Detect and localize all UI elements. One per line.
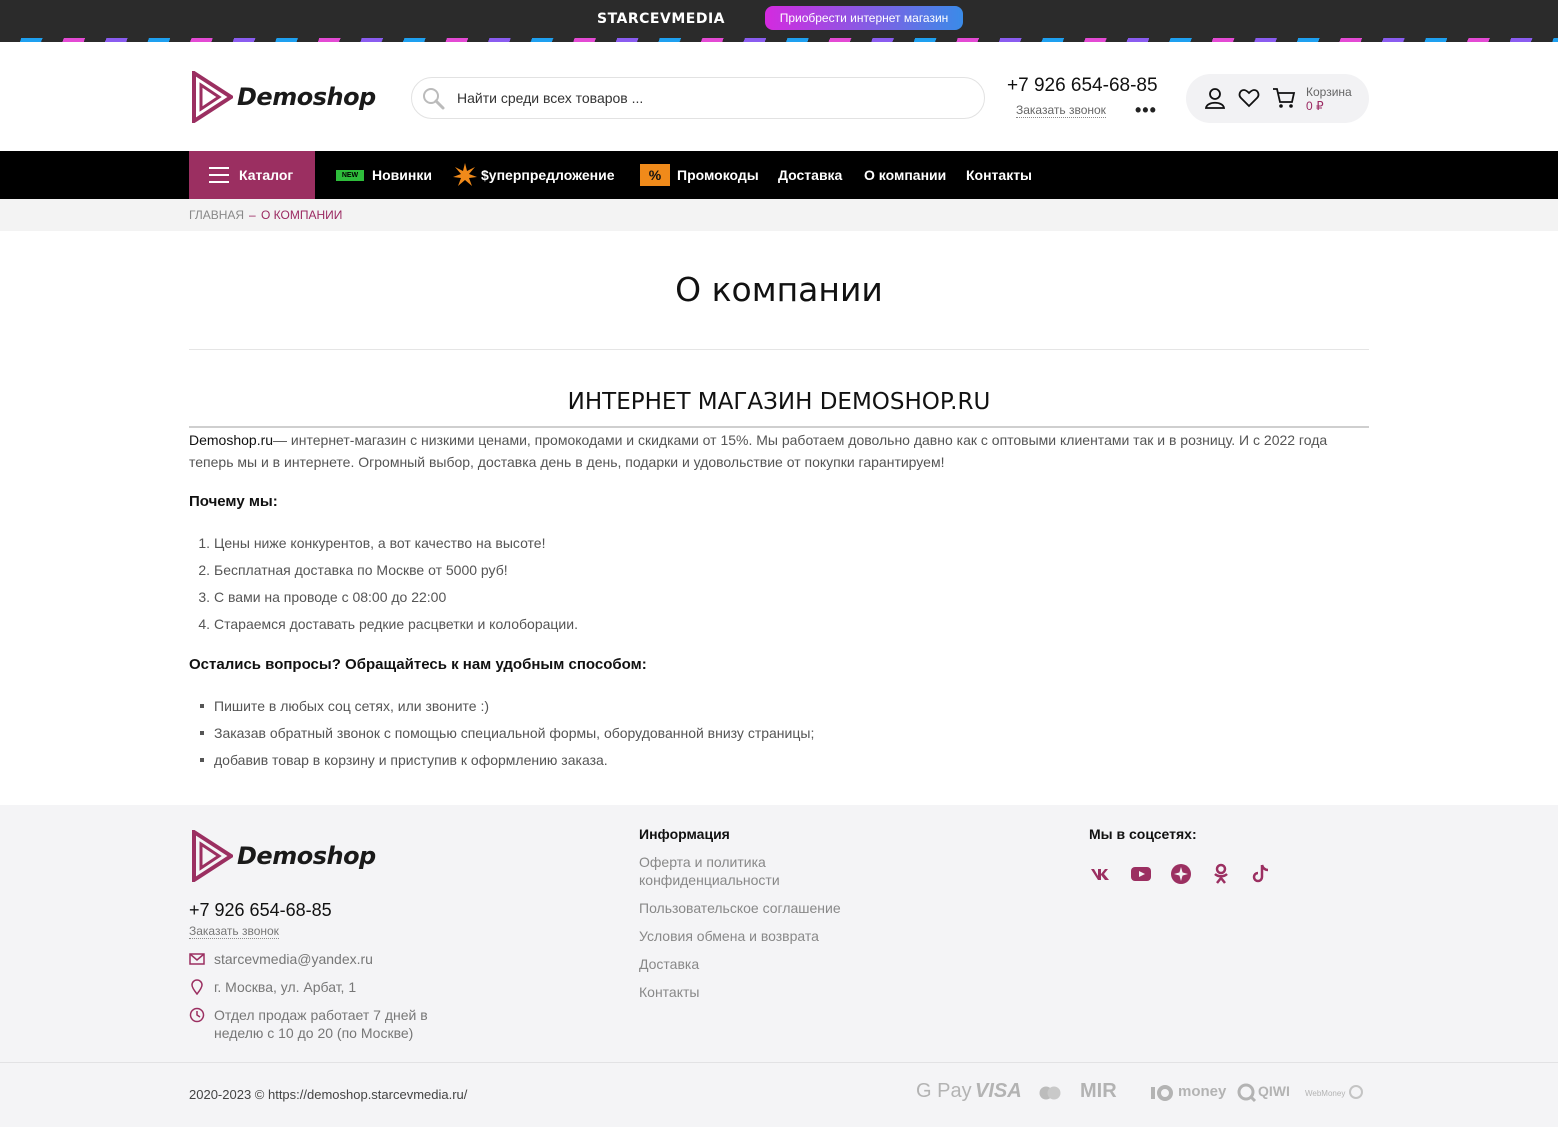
logo[interactable]: Demoshop — [191, 71, 376, 123]
location-pin-icon — [191, 979, 203, 995]
footer-link-offer[interactable]: Оферта и политика конфиденциальности — [639, 853, 809, 889]
qiwi-icon — [1237, 1083, 1257, 1103]
footer-info-heading: Информация — [639, 826, 730, 842]
search-icon[interactable] — [422, 87, 446, 111]
intro-text: — интернет-магазин с низкими ценами, про… — [189, 432, 1328, 470]
webmoney-label: WebMoney — [1305, 1089, 1346, 1098]
footer-social-heading: Мы в соцсетях: — [1089, 826, 1197, 842]
list-item: 3. С вами на проводе с 08:00 до 22:00 — [198, 589, 447, 605]
clock-icon — [189, 1007, 205, 1023]
user-icon[interactable] — [1204, 87, 1226, 109]
list-item: Пишите в любых соц сетях, или звоните :) — [189, 696, 814, 723]
starburst-icon — [453, 163, 477, 186]
new-badge-icon: NEW — [336, 170, 364, 181]
nav-item-delivery[interactable]: Доставка — [778, 167, 842, 183]
nav-item-new[interactable]: Новинки — [372, 167, 432, 183]
nav-item-promocodes[interactable]: Промокоды — [677, 167, 759, 183]
footer-link-contacts[interactable]: Контакты — [639, 983, 859, 1001]
footer-callback-link[interactable]: Заказать звонок — [189, 924, 279, 939]
search-input[interactable] — [457, 88, 957, 108]
main-nav: Каталог NEW Новинки $уперпредложение % П… — [0, 151, 1558, 199]
catalog-label: Каталог — [239, 167, 294, 183]
logo-icon — [192, 71, 233, 123]
more-menu-button[interactable]: ••• — [1135, 100, 1157, 121]
footer-logo[interactable]: Demoshop — [191, 830, 376, 882]
list-item: Заказав обратный звонок с помощью специа… — [189, 723, 814, 750]
logo-text: Demoshop — [237, 83, 376, 111]
qiwi-label: QIWI — [1258, 1083, 1290, 1099]
nav-item-contacts[interactable]: Контакты — [966, 167, 1032, 183]
divider — [189, 349, 1369, 350]
why-us-heading: Почему мы: — [189, 493, 278, 510]
promo-brand[interactable]: STARCEVMEDIA — [597, 11, 725, 27]
tiktok-icon[interactable] — [1249, 862, 1273, 886]
list-item: добавив товар в корзину и приступив к оф… — [189, 750, 814, 777]
mir-icon: MIR — [1080, 1080, 1117, 1102]
copyright: 2020-2023 © https://demoshop.starcevmedi… — [189, 1087, 468, 1102]
why-us-list: 1. Цены ниже конкурентов, а вот качество … — [189, 533, 578, 641]
contact-ways-list: Пишите в любых соц сетях, или звоните :)… — [189, 696, 814, 777]
list-item: 2. Бесплатная доставка по Москве от 5000 … — [198, 562, 508, 578]
breadcrumb-separator: – — [249, 208, 256, 222]
heading-underline — [189, 426, 1369, 428]
visa-icon: VISA — [975, 1080, 1022, 1102]
logo-text: Demoshop — [237, 842, 376, 870]
page-title: О компании — [675, 270, 883, 309]
nav-item-about[interactable]: О компании — [864, 167, 946, 183]
youtube-icon[interactable] — [1129, 862, 1153, 886]
mail-icon — [189, 953, 205, 965]
breadcrumb-current: О КОМПАНИИ — [261, 208, 343, 222]
breadcrumb-home[interactable]: ГЛАВНАЯ — [189, 208, 244, 222]
list-item: 1. Цены ниже конкурентов, а вот качество … — [198, 535, 546, 551]
promo-bar: STARCEVMEDIA Приобрести интернет магазин — [0, 0, 1558, 38]
intro-brand: Demoshop.ru — [189, 432, 274, 448]
mastercard-icon — [1039, 1086, 1061, 1100]
breadcrumb: ГЛАВНАЯ – О КОМПАНИИ — [0, 199, 1558, 231]
questions-heading: Остались вопросы? Обращайтесь к нам удоб… — [189, 656, 647, 673]
intro-paragraph: Demoshop.ru— интернет-магазин с низкими … — [189, 429, 1369, 473]
decor-stripe — [0, 38, 1558, 42]
odnoklassniki-icon[interactable] — [1209, 862, 1233, 886]
list-item: 4. Стараемся доставать редкие расцветки и… — [198, 616, 578, 632]
heart-icon[interactable] — [1238, 87, 1260, 109]
catalog-button[interactable]: Каталог — [189, 151, 315, 199]
footer-link-delivery[interactable]: Доставка — [639, 955, 859, 973]
footer-phone[interactable]: +7 926 654-68-85 — [189, 900, 332, 921]
webmoney-icon — [1349, 1085, 1363, 1099]
coupon-icon: % — [640, 164, 670, 186]
vk-icon[interactable] — [1089, 862, 1113, 886]
footer-link-returns[interactable]: Условия обмена и возврата — [639, 927, 859, 945]
gpay-icon: G Pay — [916, 1080, 972, 1102]
money-label: money — [1178, 1083, 1227, 1100]
header-phone[interactable]: +7 926 654-68-85 — [1007, 75, 1158, 97]
odnoklassniki-circle-icon[interactable] — [1169, 862, 1193, 886]
footer-link-agreement[interactable]: Пользовательское соглашение — [639, 899, 859, 917]
nav-item-superoffer[interactable]: $уперпредложение — [481, 167, 615, 183]
search-box[interactable] — [411, 77, 985, 119]
menu-icon — [209, 167, 229, 188]
section-heading: ИНТЕРНЕТ МАГАЗИН DEMOSHOP.RU — [567, 389, 991, 415]
yoomoney-icon — [1151, 1085, 1173, 1101]
cart-sum: 0 ₽ — [1306, 99, 1324, 113]
user-panel: Корзина 0 ₽ — [1186, 74, 1369, 123]
footer-divider — [0, 1062, 1558, 1063]
logo-icon — [192, 830, 233, 882]
callback-link[interactable]: Заказать звонок — [1016, 103, 1106, 118]
buy-shop-button[interactable]: Приобрести интернет магазин — [765, 6, 963, 30]
cart-icon[interactable] — [1272, 87, 1296, 109]
cart-label[interactable]: Корзина — [1306, 85, 1352, 99]
